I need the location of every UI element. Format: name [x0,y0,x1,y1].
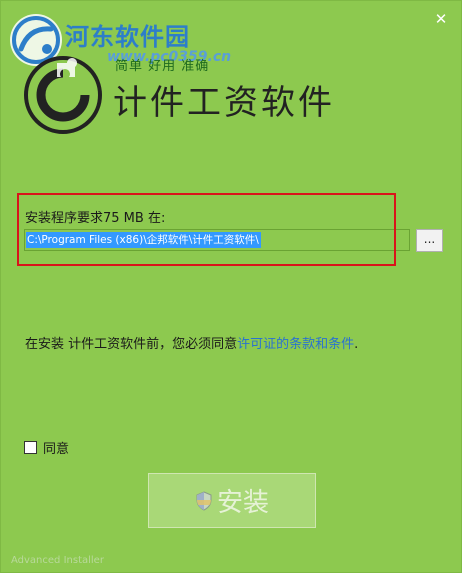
close-icon: ✕ [434,10,448,28]
browse-button[interactable]: ... [416,229,443,252]
watermark-site-name: 河东软件园 [65,22,190,51]
install-button[interactable]: 安装 [148,473,316,528]
app-logo-icon [24,56,102,134]
license-suffix: . [354,337,359,352]
footer-brand: Advanced Installer [11,555,104,566]
install-path-label: 安装程序要求75 MB 在: [25,211,166,226]
agree-label: 同意 [43,442,70,457]
license-prefix: 在安装 计件工资软件前，您必须同意 [25,337,238,352]
license-text: 在安装 计件工资软件前，您必须同意许可证的条款和条件. [25,333,358,352]
install-path-value: C:\Program Files (x86)\企邦软件\计件工资软件\ [26,232,261,248]
shield-icon [196,490,212,511]
close-button[interactable]: ✕ [433,11,449,27]
install-path-input[interactable]: C:\Program Files (x86)\企邦软件\计件工资软件\ [24,229,410,251]
agree-checkbox[interactable] [24,441,37,454]
install-button-label: 安装 [216,488,269,518]
agree-checkbox-row[interactable]: 同意 [24,438,69,457]
installer-window: ✕ 河东软件园 www.pc0359.cn 简单 好用 准确 计件工资软件 安装… [0,0,462,573]
app-tagline: 简单 好用 准确 [115,59,210,74]
app-title: 计件工资软件 [113,83,335,123]
license-link[interactable]: 许可证的条款和条件 [237,337,354,352]
